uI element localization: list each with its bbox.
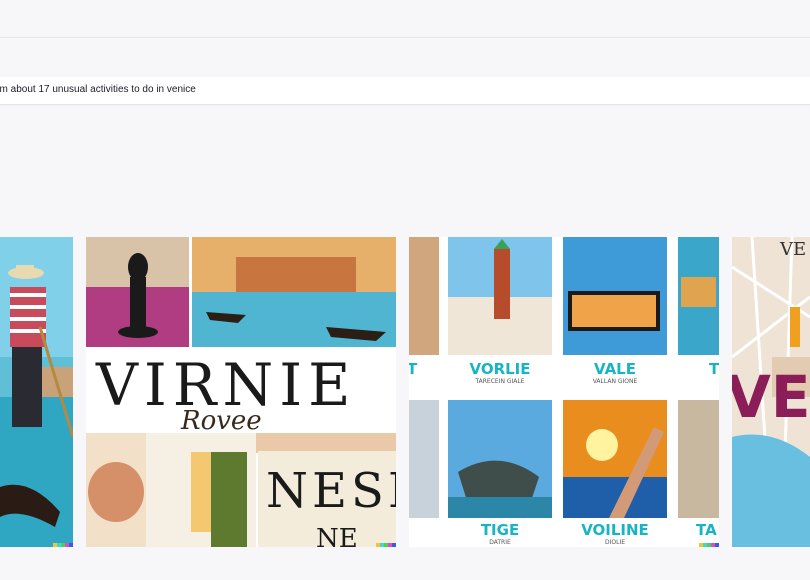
image-badge — [53, 543, 73, 547]
poster-label: VOILINE — [581, 521, 649, 539]
top-bar — [0, 0, 810, 38]
collage-script-text: Rovee — [180, 406, 262, 436]
poster-label: TIGE — [481, 521, 519, 539]
gondolier-illustration — [0, 237, 73, 547]
collage-secondary-text: NESI — [266, 463, 396, 519]
prompt-bar[interactable]: om about 17 unusual activities to do in … — [0, 77, 810, 105]
poster-sublabel: DIOLIE — [605, 539, 625, 546]
poster-label: VALE — [594, 360, 636, 378]
map-illustration: VE VER — [732, 237, 810, 547]
poster-sublabel: TARECEIN GIALE — [474, 378, 524, 385]
generated-image-gondolier[interactable] — [0, 237, 73, 547]
poster-sublabel: DATRIE — [489, 539, 511, 546]
prompt-text: om about 17 unusual activities to do in … — [0, 84, 196, 95]
map-top-text: VE — [779, 239, 806, 260]
poster-label: T — [709, 360, 719, 378]
generated-image-collage[interactable]: VIRNIE Rovee NESI NE — [86, 237, 396, 547]
collage-tertiary-text: NE — [316, 524, 358, 547]
image-badge — [699, 543, 719, 547]
collage-illustration: VIRNIE Rovee NESI NE — [86, 237, 396, 547]
poster-label: TA — [696, 521, 717, 539]
image-badge — [376, 543, 396, 547]
poster-sublabel: VALLAN GIONE — [593, 378, 638, 385]
poster-grid-illustration: T VORLIE TARECEIN GIALE VALE VALLAN GION… — [409, 237, 719, 546]
image-gallery: VIRNIE Rovee NESI NE T VORLIE TAREC — [0, 237, 810, 547]
generated-image-poster-grid[interactable]: T VORLIE TARECEIN GIALE VALE VALLAN GION… — [409, 237, 719, 547]
poster-label: T — [409, 360, 418, 378]
map-main-text: VER — [732, 363, 810, 431]
poster-label: VORLIE — [469, 360, 530, 378]
generated-image-map[interactable]: VE VER — [732, 237, 810, 547]
